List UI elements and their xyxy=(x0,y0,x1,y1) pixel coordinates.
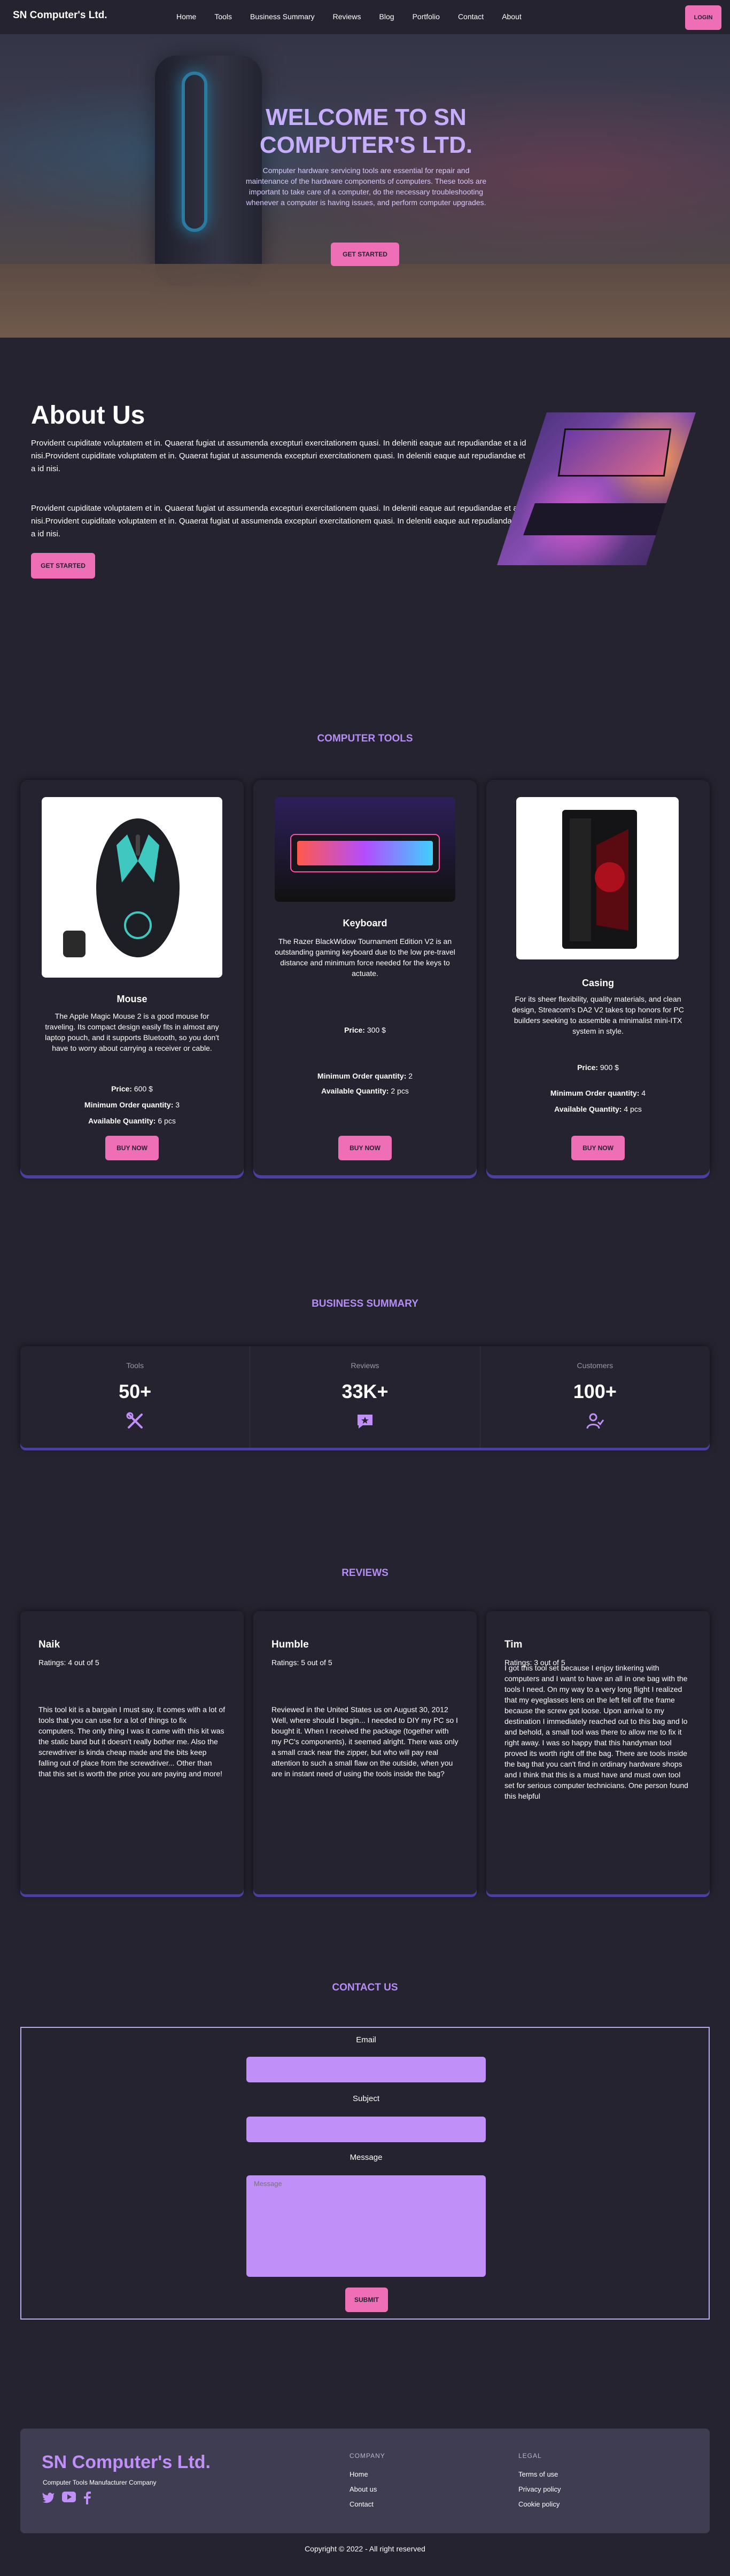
nav-link-blog[interactable]: Blog xyxy=(379,12,394,21)
brand-logo[interactable]: SN Computer's Ltd. xyxy=(13,10,107,21)
nav-link-about[interactable]: About xyxy=(502,12,522,21)
top-navbar: SN Computer's Ltd. Home Tools Business S… xyxy=(0,0,730,34)
nav-link-business-summary[interactable]: Business Summary xyxy=(250,12,315,21)
nav-link-tools[interactable]: Tools xyxy=(214,12,232,21)
nav-link-home[interactable]: Home xyxy=(176,12,196,21)
nav-links: Home Tools Business Summary Reviews Blog… xyxy=(176,12,540,21)
nav-link-reviews[interactable]: Reviews xyxy=(333,12,361,21)
page-spacer xyxy=(0,0,730,2576)
nav-link-portfolio[interactable]: Portfolio xyxy=(413,12,440,21)
login-button[interactable]: LOGIN xyxy=(685,5,721,30)
nav-link-contact[interactable]: Contact xyxy=(458,12,484,21)
